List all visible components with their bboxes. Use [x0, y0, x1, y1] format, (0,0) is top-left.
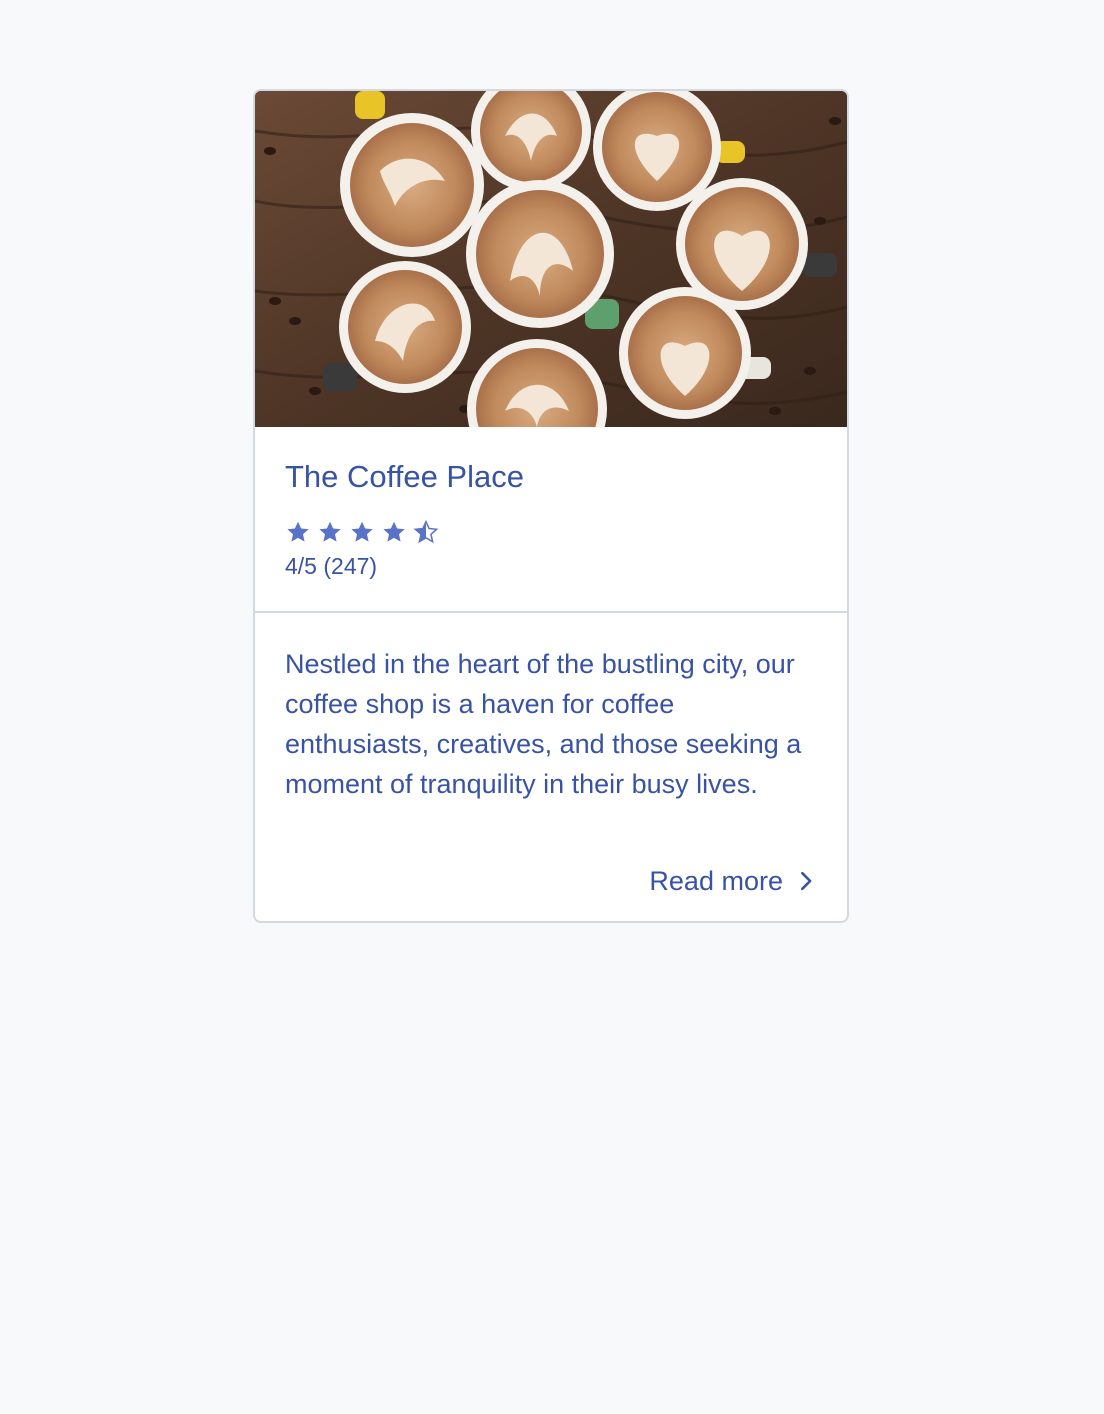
- chevron-right-icon: [801, 871, 812, 891]
- star-filled-icon: [287, 521, 309, 542]
- read-more-link[interactable]: Read more: [649, 861, 817, 901]
- card-header: The Coffee Place 4/5 (247): [255, 427, 847, 611]
- star-rating: [285, 519, 439, 545]
- star-filled-icon: [319, 521, 341, 542]
- star-half-icon: [413, 519, 439, 544]
- read-more-label: Read more: [649, 866, 783, 896]
- latte-art-illustration: [255, 91, 847, 427]
- coffee-cups-image: [255, 91, 847, 427]
- star-filled-icon: [383, 521, 405, 542]
- rating-summary: 4/5 (247): [285, 553, 378, 579]
- card-title: The Coffee Place: [285, 459, 524, 494]
- coffee-shop-card: The Coffee Place 4/5 (247) Nestled in th…: [253, 89, 849, 923]
- card-description: Nestled in the heart of the bustling cit…: [285, 649, 802, 799]
- card-divider: [255, 611, 847, 613]
- star-filled-icon: [351, 521, 373, 542]
